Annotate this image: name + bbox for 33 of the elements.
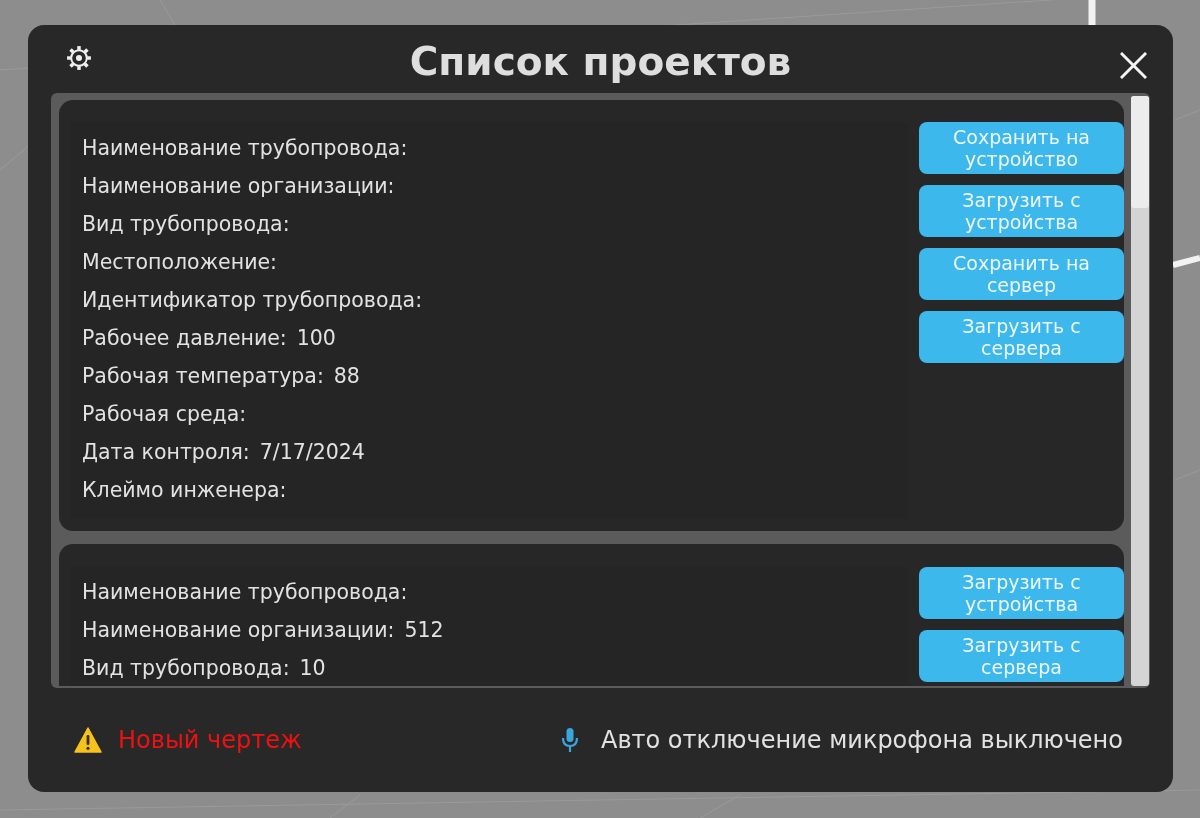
field-label: Местоположение: — [82, 250, 277, 274]
field-value: 100 — [296, 326, 336, 350]
action-button[interactable]: Загрузить с сервера — [919, 311, 1124, 363]
field-value: 10 — [299, 656, 326, 680]
scrollbar-thumb[interactable] — [1131, 96, 1149, 208]
warning-icon — [74, 727, 102, 753]
field-label: Клеймо инженера: — [82, 478, 287, 502]
field-value: 512 — [404, 618, 444, 642]
field-label: Наименование организации: — [82, 618, 395, 642]
microphone-status-text: Авто отключение микрофона выключено — [601, 726, 1123, 754]
field-label: Идентификатор трубопровода: — [82, 288, 423, 312]
scrollbar-track[interactable] — [1131, 96, 1149, 686]
close-icon[interactable] — [1120, 51, 1147, 79]
action-button[interactable]: Сохранить на сервер — [919, 248, 1124, 300]
field-label: Наименование трубопровода: — [82, 136, 408, 160]
action-button[interactable]: Сохранить на устройство — [919, 122, 1124, 174]
field-value: 88 — [333, 364, 360, 388]
field-label: Рабочее давление: — [82, 326, 287, 350]
field-label: Рабочая температура: — [82, 364, 324, 388]
warning-text: Новый чертеж — [118, 726, 302, 754]
field-label: Наименование организации: — [82, 174, 395, 198]
field-value: 7/17/2024 — [259, 440, 365, 464]
microphone-icon — [561, 727, 579, 753]
field-label: Наименование трубопровода: — [82, 580, 408, 604]
field-label: Вид трубопровода: — [82, 656, 290, 680]
action-button[interactable]: Загрузить с сервера — [919, 630, 1124, 682]
field-label: Рабочая среда: — [82, 402, 247, 426]
field-label: Вид трубопровода: — [82, 212, 290, 236]
settings-icon[interactable] — [66, 45, 92, 71]
action-button[interactable]: Загрузить с устройства — [919, 185, 1124, 237]
field-label: Дата контроля: — [82, 440, 250, 464]
action-button[interactable]: Загрузить с устройства — [919, 567, 1124, 619]
window-title: Список проектов — [409, 40, 792, 84]
